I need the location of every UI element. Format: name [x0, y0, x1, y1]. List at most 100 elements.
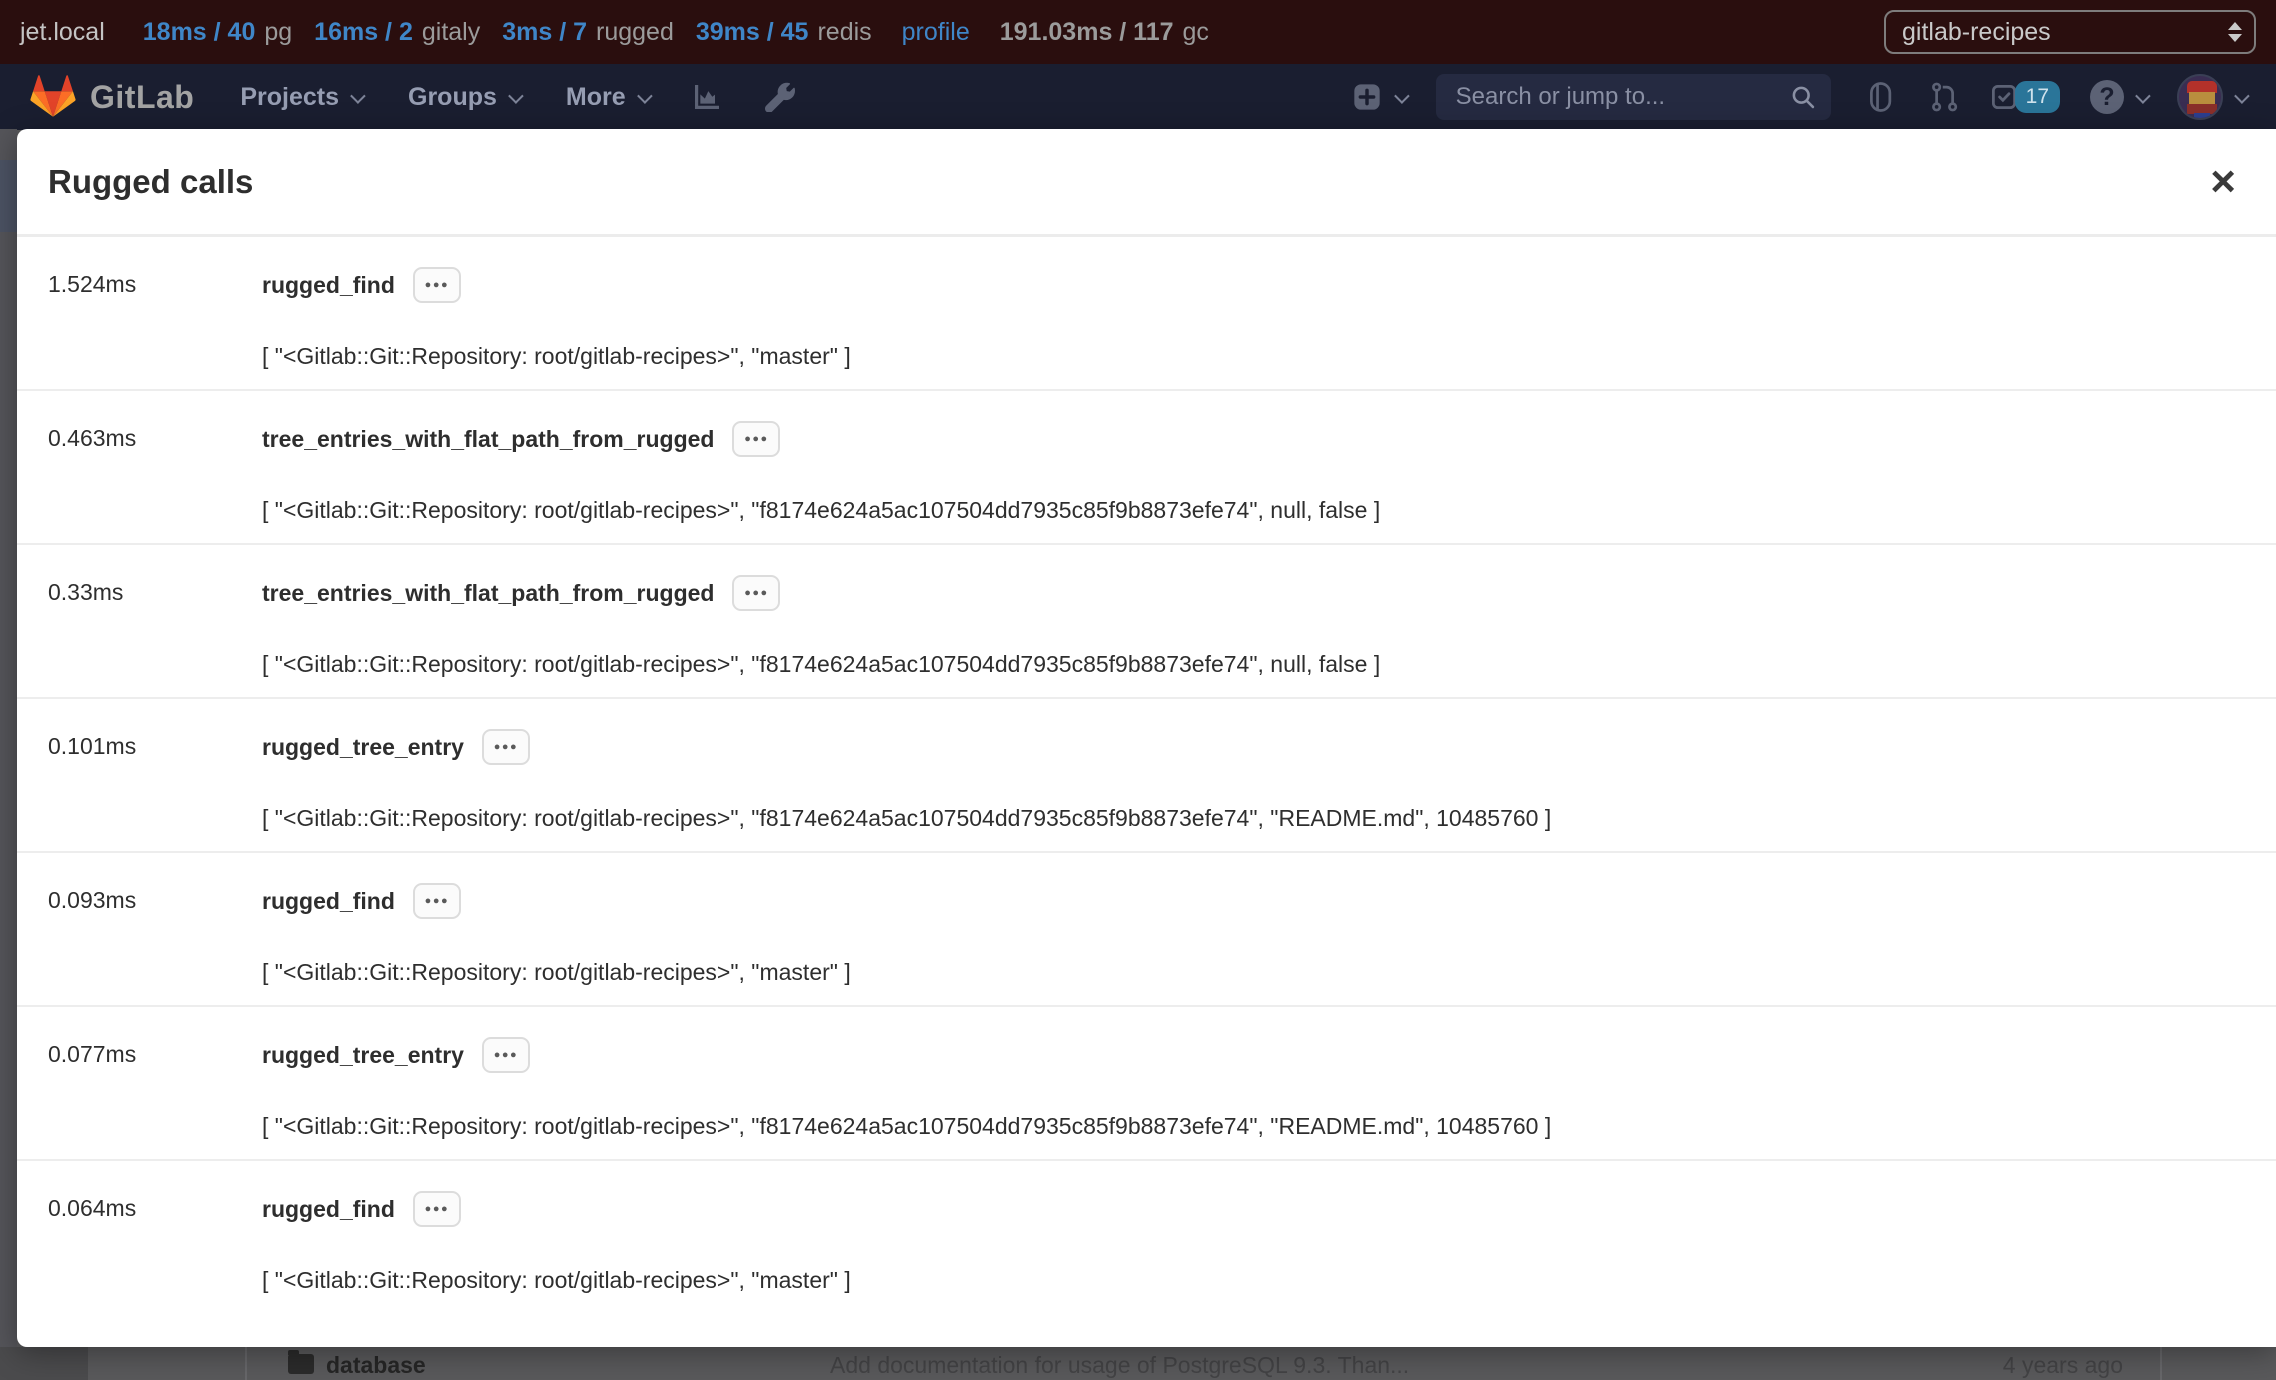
call-body: rugged_find ●●● [ "<Gitlab::Git::Reposit…	[262, 1191, 2276, 1315]
call-duration: 0.33ms	[48, 575, 262, 697]
search-input[interactable]	[1454, 82, 1789, 112]
call-backtrace-button[interactable]: ●●●	[413, 267, 461, 303]
chevron-down-icon	[637, 88, 653, 104]
performance-bar: jet.local 18ms / 40 pg 16ms / 2 gitaly 3ms…	[0, 0, 2276, 64]
call-backtrace-button[interactable]: ●●●	[732, 575, 780, 611]
call-backtrace-button[interactable]: ●●●	[482, 729, 530, 765]
call-args: [ "<Gitlab::Git::Repository: root/gitlab…	[262, 651, 2276, 678]
nav-groups[interactable]: Groups	[408, 83, 520, 112]
todos-button[interactable]: 17	[1989, 81, 2060, 113]
call-row: 0.093ms rugged_find ●●● [ "<Gitlab::Git:…	[17, 853, 2276, 1007]
ellipsis-icon: ●●●	[494, 741, 518, 753]
call-args: [ "<Gitlab::Git::Repository: root/gitlab…	[262, 1113, 2276, 1140]
user-avatar	[2177, 74, 2223, 120]
folder-icon	[288, 1354, 314, 1374]
call-body: tree_entries_with_flat_path_from_rugged …	[262, 575, 2276, 697]
help-menu-button[interactable]: ?	[2090, 80, 2147, 114]
call-args: [ "<Gitlab::Git::Repository: root/gitlab…	[262, 343, 2276, 370]
modal-header: Rugged calls ×	[17, 129, 2276, 237]
perf-rugged-value[interactable]: 3ms / 7	[502, 18, 587, 46]
call-duration: 0.077ms	[48, 1037, 262, 1159]
nav-projects-label: Projects	[240, 83, 339, 112]
chevron-down-icon	[2135, 88, 2151, 104]
help-icon: ?	[2090, 80, 2124, 114]
call-duration: 0.093ms	[48, 883, 262, 1005]
call-args: [ "<Gitlab::Git::Repository: root/gitlab…	[262, 959, 2276, 986]
perf-metric-gitaly[interactable]: 16ms / 2 gitaly	[314, 18, 480, 47]
chevron-down-icon	[2234, 88, 2250, 104]
plus-square-icon	[1351, 81, 1383, 113]
call-args: [ "<Gitlab::Git::Repository: root/gitlab…	[262, 497, 2276, 524]
ellipsis-icon: ●●●	[425, 1203, 449, 1215]
request-selector[interactable]: gitlab-recipes	[1884, 10, 2256, 54]
nav-groups-label: Groups	[408, 83, 497, 112]
admin-wrench-icon[interactable]	[765, 82, 795, 112]
global-search[interactable]	[1436, 74, 1831, 120]
call-row: 0.101ms rugged_tree_entry ●●● [ "<Gitlab…	[17, 699, 2276, 853]
perf-gitaly-label: gitaly	[422, 18, 480, 46]
call-args: [ "<Gitlab::Git::Repository: root/gitlab…	[262, 1267, 2276, 1294]
call-row: 0.077ms rugged_tree_entry ●●● [ "<Gitlab…	[17, 1007, 2276, 1161]
perf-rugged-label: rugged	[596, 18, 674, 46]
call-body: rugged_find ●●● [ "<Gitlab::Git::Reposit…	[262, 883, 2276, 1005]
file-row-commit-message: Add documentation for usage of PostgreSQ…	[830, 1352, 1409, 1379]
call-backtrace-button[interactable]: ●●●	[413, 1191, 461, 1227]
perf-metric-rugged[interactable]: 3ms / 7 rugged	[502, 18, 674, 47]
call-backtrace-button[interactable]: ●●●	[413, 883, 461, 919]
tanuki-logo-icon	[30, 75, 76, 119]
call-args: [ "<Gitlab::Git::Repository: root/gitlab…	[262, 805, 2276, 832]
call-body: rugged_tree_entry ●●● [ "<Gitlab::Git::R…	[262, 1037, 2276, 1159]
call-row: 0.33ms tree_entries_with_flat_path_from_…	[17, 545, 2276, 699]
rugged-calls-modal: Rugged calls × 1.524ms rugged_find ●●● […	[17, 129, 2276, 1347]
call-method: tree_entries_with_flat_path_from_rugged	[262, 580, 714, 607]
call-method: rugged_tree_entry	[262, 1042, 464, 1069]
call-duration: 1.524ms	[48, 267, 262, 389]
call-backtrace-button[interactable]: ●●●	[732, 421, 780, 457]
call-method: rugged_find	[262, 1196, 395, 1223]
call-body: rugged_find ●●● [ "<Gitlab::Git::Reposit…	[262, 267, 2276, 389]
new-menu-button[interactable]	[1351, 81, 1406, 113]
call-duration: 0.463ms	[48, 421, 262, 543]
navbar: GitLab Projects Groups More	[0, 64, 2276, 130]
issues-icon[interactable]	[1865, 81, 1895, 113]
activity-chart-icon[interactable]	[691, 81, 723, 113]
perf-metric-pg[interactable]: 18ms / 40 pg	[143, 18, 292, 47]
chevron-down-icon	[350, 88, 366, 104]
navbar-right: 17 ?	[1321, 74, 2246, 120]
profile-link[interactable]: profile	[902, 18, 970, 47]
todo-count-badge: 17	[2015, 81, 2060, 113]
perf-gc-label: gc	[1183, 18, 1209, 46]
ellipsis-icon: ●●●	[494, 1049, 518, 1061]
search-icon	[1789, 83, 1817, 111]
call-method: rugged_find	[262, 888, 395, 915]
perf-gc-stat: 191.03ms / 117gc	[1000, 18, 1209, 47]
perf-pg-value[interactable]: 18ms / 40	[143, 18, 256, 46]
call-duration: 0.064ms	[48, 1191, 262, 1315]
call-backtrace-button[interactable]: ●●●	[482, 1037, 530, 1073]
ellipsis-icon: ●●●	[744, 587, 768, 599]
gitlab-logo-link[interactable]: GitLab	[30, 75, 194, 119]
dimmed-page-left	[0, 129, 17, 1347]
perf-gitaly-value[interactable]: 16ms / 2	[314, 18, 413, 46]
perf-redis-value[interactable]: 39ms / 45	[696, 18, 809, 46]
call-duration: 0.101ms	[48, 729, 262, 851]
call-body: rugged_tree_entry ●●● [ "<Gitlab::Git::R…	[262, 729, 2276, 851]
call-method: rugged_find	[262, 272, 395, 299]
user-menu-button[interactable]	[2177, 74, 2246, 120]
merge-requests-icon[interactable]	[1929, 81, 1959, 113]
perf-pg-label: pg	[264, 18, 292, 46]
select-arrows-icon	[2228, 22, 2242, 42]
perf-metric-redis[interactable]: 39ms / 45redis	[696, 18, 872, 47]
call-body: tree_entries_with_flat_path_from_rugged …	[262, 421, 2276, 543]
modal-title: Rugged calls	[48, 163, 253, 201]
dimmed-sidebar	[0, 1347, 88, 1380]
request-selector-value: gitlab-recipes	[1902, 18, 2051, 47]
perf-host: jet.local	[20, 18, 105, 47]
dimmed-page-bottom: database Add documentation for usage of …	[0, 1347, 2276, 1380]
close-icon[interactable]: ×	[2200, 160, 2246, 204]
chevron-down-icon	[508, 88, 524, 104]
calls-list: 1.524ms rugged_find ●●● [ "<Gitlab::Git:…	[17, 237, 2276, 1315]
nav-more[interactable]: More	[566, 83, 649, 112]
table-divider	[2160, 1347, 2162, 1380]
nav-projects[interactable]: Projects	[240, 83, 362, 112]
